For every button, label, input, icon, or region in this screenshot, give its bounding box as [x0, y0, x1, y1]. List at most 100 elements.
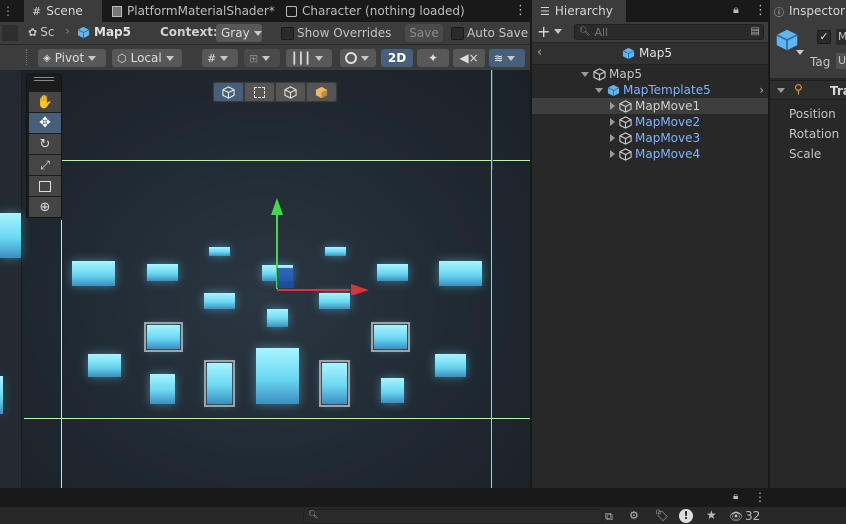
current-prefab-crumb[interactable]: Map5: [77, 25, 131, 39]
move-tool-button[interactable]: ✥: [29, 113, 61, 133]
hierarchy-scene-header[interactable]: ‹ Map5: [532, 43, 768, 65]
back-arrow-icon[interactable]: [2, 25, 18, 41]
chevron-down-icon: [554, 29, 563, 34]
platform-block-selected[interactable]: [144, 322, 183, 352]
platform-block[interactable]: [267, 309, 288, 327]
pivot-dropdown[interactable]: ◈ Pivot: [38, 49, 106, 67]
scene-root-crumb[interactable]: ✿ Sc: [28, 25, 54, 39]
platform-block-selected[interactable]: [319, 360, 350, 407]
name-field[interactable]: M: [836, 29, 846, 45]
lighting-toggle-button[interactable]: ✦: [417, 49, 449, 67]
scene-viewport[interactable]: ✋ ✥ ↻ ⤢ ⊕: [0, 70, 530, 488]
warning-icon[interactable]: !: [679, 509, 693, 523]
left-clipped-tab[interactable]: ⋮ G: [0, 0, 34, 22]
move-gizmo[interactable]: [260, 195, 375, 295]
auto-save-checkbox[interactable]: [451, 27, 464, 40]
effects-dropdown[interactable]: ≋: [489, 49, 525, 67]
hand-tool-button[interactable]: ✋: [29, 92, 61, 112]
tree-row-mapmove2[interactable]: MapMove2: [532, 114, 768, 130]
tree-row-maptemplate5[interactable]: MapTemplate5 ›: [532, 82, 768, 98]
platform-block[interactable]: [439, 261, 482, 286]
bottom-menu-icon[interactable]: ⋮: [754, 490, 766, 504]
tab-scene[interactable]: # Scene: [24, 0, 102, 22]
overlay-button-wire[interactable]: [214, 83, 243, 101]
tab-hierarchy[interactable]: ☰ Hierarchy: [532, 0, 626, 22]
lock-icon[interactable]: 🔒︎: [733, 3, 739, 17]
expand-arrow-icon[interactable]: [595, 87, 603, 93]
tag-dropdown[interactable]: U: [836, 53, 846, 69]
platform-block-selected[interactable]: [371, 322, 410, 352]
platform-block[interactable]: [319, 293, 350, 309]
platform-block-selected[interactable]: [204, 360, 235, 407]
tree-row-mapmove1[interactable]: MapMove1: [532, 98, 768, 114]
tab-character[interactable]: Character (nothing loaded): [278, 0, 473, 22]
expand-arrow-icon[interactable]: [610, 118, 615, 126]
back-chevron-icon[interactable]: ‹: [537, 45, 542, 60]
overlay-button-cube[interactable]: [276, 83, 305, 101]
overlay-button-rect[interactable]: [245, 83, 274, 101]
platform-block[interactable]: [204, 293, 235, 309]
tree-row-mapmove4[interactable]: MapMove4: [532, 146, 768, 162]
transform-tool-button[interactable]: ⊕: [29, 197, 61, 217]
hierarchy-window: ☰ Hierarchy 🔒︎ ⋮ + 🔍︎ All ▤ ‹ Map5 Map5: [532, 0, 768, 488]
chevron-down-icon: [88, 55, 97, 61]
chevron-down-icon[interactable]: [796, 50, 804, 55]
increment-snap-button[interactable]: ⊞: [244, 49, 280, 67]
transform-component-header[interactable]: ⚲ Tra: [770, 80, 846, 100]
list-icon: ☰: [540, 4, 550, 18]
scale-tool-button[interactable]: ⤢: [29, 155, 61, 175]
ruler-snap-button[interactable]: ┃┃┃: [286, 49, 332, 67]
audio-mute-icon: ◀×: [459, 51, 479, 65]
platform-block[interactable]: [147, 264, 178, 281]
star-icon[interactable]: ★: [706, 508, 717, 522]
local-dropdown[interactable]: ⬡ Local: [112, 49, 182, 67]
increment-snap-icon: ⊞: [249, 51, 259, 65]
platform-block[interactable]: [256, 348, 299, 404]
save-button[interactable]: Save: [405, 24, 443, 42]
platform-block[interactable]: [381, 378, 404, 403]
lock-icon[interactable]: 🔒︎: [733, 491, 738, 502]
toggle-2d-button[interactable]: 2D: [381, 49, 413, 67]
show-overrides-checkbox[interactable]: [281, 27, 294, 40]
expand-arrow-icon[interactable]: [610, 134, 615, 142]
overlay-button-solid[interactable]: [307, 83, 336, 101]
hierarchy-search-input[interactable]: 🔍︎ All ▤: [574, 24, 764, 40]
platform-block[interactable]: [377, 264, 408, 281]
expand-arrow-icon[interactable]: [581, 71, 589, 77]
rotation-label: Rotation: [789, 127, 840, 141]
search-icon: 🔍︎: [579, 27, 591, 37]
tab-inspector[interactable]: ⓘ Inspector: [770, 0, 846, 22]
gameobject-cube-icon: [619, 131, 632, 145]
hierarchy-menu-icon[interactable]: ⋮: [754, 3, 767, 18]
platform-block[interactable]: [72, 261, 115, 286]
expand-arrow-icon[interactable]: [610, 102, 615, 110]
scene-view-toolbar: ◈ Pivot ⬡ Local # ⊞ ┃┃┃ 2D ✦ ◀× ≋: [0, 44, 530, 70]
visibility-counter[interactable]: 👁︎ 32: [729, 509, 760, 523]
hand-icon: ✋: [36, 94, 54, 110]
create-dropdown[interactable]: +: [537, 22, 563, 41]
context-dropdown[interactable]: Gray: [216, 24, 262, 42]
console-search-input[interactable]: 🔍︎: [303, 509, 603, 524]
collapse-toggle-icon[interactable]: ⧉: [605, 510, 613, 524]
expand-arrow-icon[interactable]: [610, 150, 615, 158]
draw-mode-dropdown[interactable]: [340, 49, 376, 67]
active-checkbox[interactable]: ✓: [817, 30, 831, 44]
audio-toggle-button[interactable]: ◀×: [453, 49, 485, 67]
platform-block[interactable]: [209, 247, 230, 256]
open-prefab-arrow-icon[interactable]: ›: [759, 83, 764, 97]
rect-tool-button[interactable]: [29, 176, 61, 196]
paint-icon[interactable]: ⚙: [629, 509, 639, 522]
scene-menu-icon[interactable]: ⋮: [514, 3, 527, 18]
platform-block[interactable]: [88, 354, 121, 377]
tree-row-mapmove3[interactable]: MapMove3: [532, 130, 768, 146]
platform-block[interactable]: [435, 354, 466, 377]
tag-icon[interactable]: 🏷︎: [655, 509, 669, 522]
platform-block[interactable]: [150, 374, 175, 404]
tree-row-map5[interactable]: Map5: [532, 66, 768, 82]
scene-tabbar: ⋮ G # Scene PlatformMaterialShader* Char…: [0, 0, 530, 22]
rotate-tool-button[interactable]: ↻: [29, 134, 61, 154]
filter-icon[interactable]: ▤: [751, 26, 760, 37]
tab-platform-material-shader[interactable]: PlatformMaterialShader*: [104, 0, 283, 22]
grid-snap-button[interactable]: #: [202, 49, 238, 67]
expand-arrow-icon[interactable]: [777, 88, 785, 93]
